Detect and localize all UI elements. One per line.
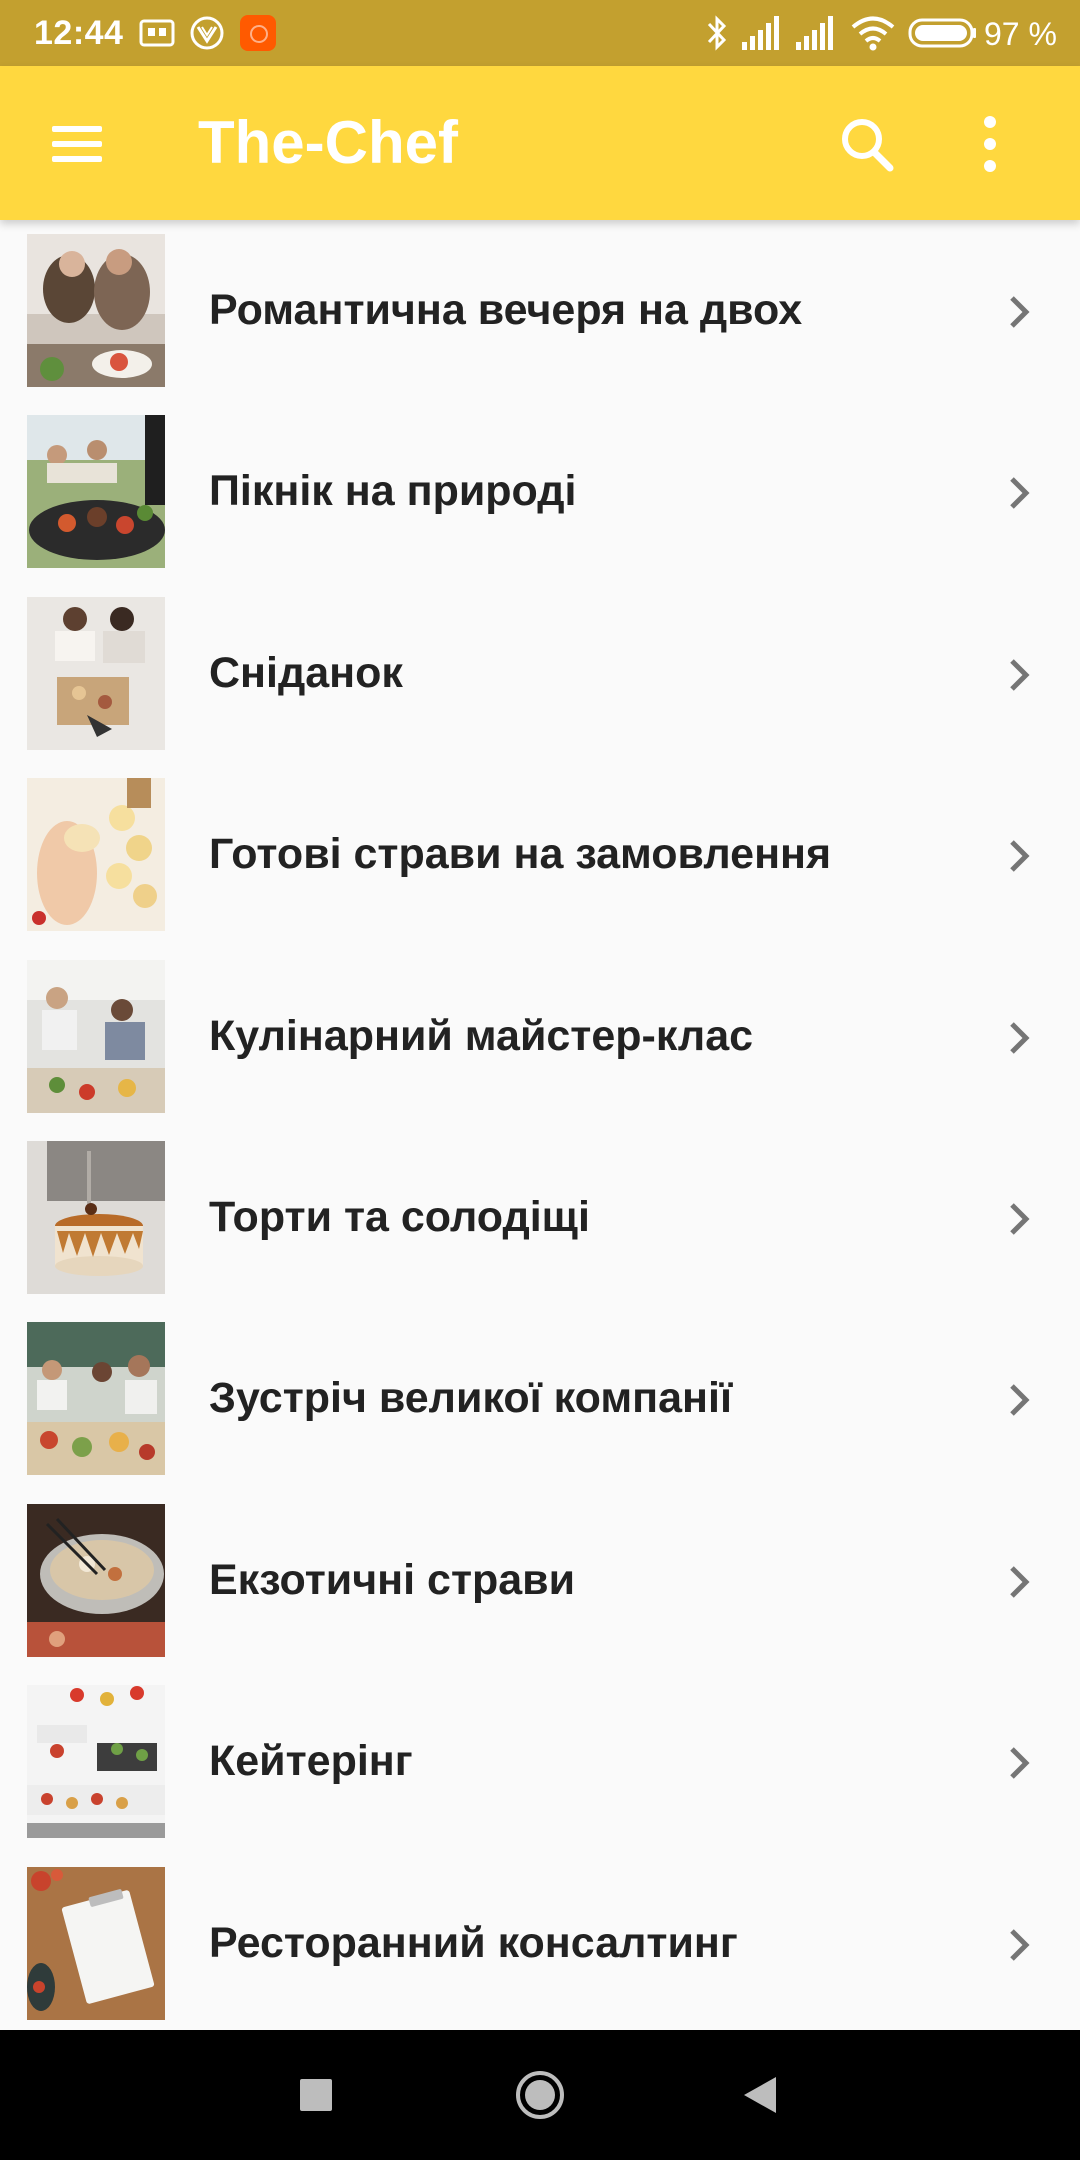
list-item[interactable]: Зустріч великої компанії xyxy=(0,1308,1080,1489)
battery-icon xyxy=(908,14,978,52)
hamburger-menu-icon[interactable] xyxy=(30,109,126,177)
category-list[interactable]: Романтична вечеря на двох Пікнік на прир… xyxy=(0,220,1080,2030)
category-label: Кулінарний майстер-клас xyxy=(209,1011,754,1060)
search-icon[interactable] xyxy=(820,102,916,186)
signal-icon xyxy=(794,14,836,52)
signal-icon xyxy=(740,14,782,52)
app-bar: The-Chef xyxy=(0,66,1080,220)
bluetooth-icon xyxy=(704,14,730,52)
chevron-right-icon xyxy=(1002,1199,1038,1239)
category-label: Зустріч великої компанії xyxy=(209,1374,733,1423)
category-thumbnail xyxy=(27,596,165,750)
chevron-right-icon xyxy=(1002,292,1038,332)
list-item[interactable]: Сніданок xyxy=(0,583,1080,764)
list-item[interactable]: Кейтерінг xyxy=(0,1671,1080,1852)
wifi-icon xyxy=(850,14,896,52)
list-item[interactable]: Пікнік на природі xyxy=(0,401,1080,582)
status-bar: 12:44 97 % xyxy=(0,0,1080,66)
category-thumbnail xyxy=(27,1866,165,2020)
chevron-right-icon xyxy=(1002,473,1038,513)
list-item[interactable]: Ресторанний консалтинг xyxy=(0,1853,1080,2030)
category-thumbnail xyxy=(27,1322,165,1476)
chevron-right-icon xyxy=(1002,1562,1038,1602)
list-item[interactable]: Готові страви на замовлення xyxy=(0,764,1080,945)
category-thumbnail xyxy=(27,1503,165,1657)
category-label: Ресторанний консалтинг xyxy=(209,1918,738,1967)
vpn-icon xyxy=(188,15,226,51)
chevron-right-icon xyxy=(1002,1018,1038,1058)
chevron-right-icon xyxy=(1002,655,1038,695)
navigation-bar xyxy=(0,2030,1080,2160)
category-label: Сніданок xyxy=(209,648,403,697)
back-icon[interactable] xyxy=(722,2055,802,2135)
category-label: Торти та солодіщі xyxy=(209,1192,590,1241)
category-label: Кейтерінг xyxy=(209,1737,413,1786)
recents-icon[interactable] xyxy=(276,2055,356,2135)
category-label: Готові страви на замовлення xyxy=(209,830,832,879)
category-label: Екзотичні страви xyxy=(209,1555,576,1604)
category-thumbnail xyxy=(27,959,165,1113)
screen-recorder-icon xyxy=(138,15,176,51)
list-item[interactable]: Романтична вечеря на двох xyxy=(0,220,1080,401)
chevron-right-icon xyxy=(1002,1925,1038,1965)
list-item[interactable]: Торти та солодіщі xyxy=(0,1127,1080,1308)
category-thumbnail xyxy=(27,415,165,569)
category-label: Пікнік на природі xyxy=(209,467,577,516)
app-notification-icon xyxy=(240,15,276,51)
category-thumbnail xyxy=(27,1685,165,1839)
list-item[interactable]: Екзотичні страви xyxy=(0,1490,1080,1671)
chevron-right-icon xyxy=(1002,836,1038,876)
chevron-right-icon xyxy=(1002,1380,1038,1420)
home-icon[interactable] xyxy=(500,2055,580,2135)
battery-percentage: 97 % xyxy=(984,16,1057,52)
app-title: The-Chef xyxy=(198,109,458,176)
chevron-right-icon xyxy=(1002,1743,1038,1783)
category-label: Романтична вечеря на двох xyxy=(209,286,803,334)
category-thumbnail xyxy=(27,234,165,387)
category-thumbnail xyxy=(27,1140,165,1294)
category-thumbnail xyxy=(27,778,165,932)
status-time: 12:44 xyxy=(34,14,124,52)
list-item[interactable]: Кулінарний майстер-клас xyxy=(0,946,1080,1127)
more-vertical-icon[interactable] xyxy=(960,102,1020,186)
